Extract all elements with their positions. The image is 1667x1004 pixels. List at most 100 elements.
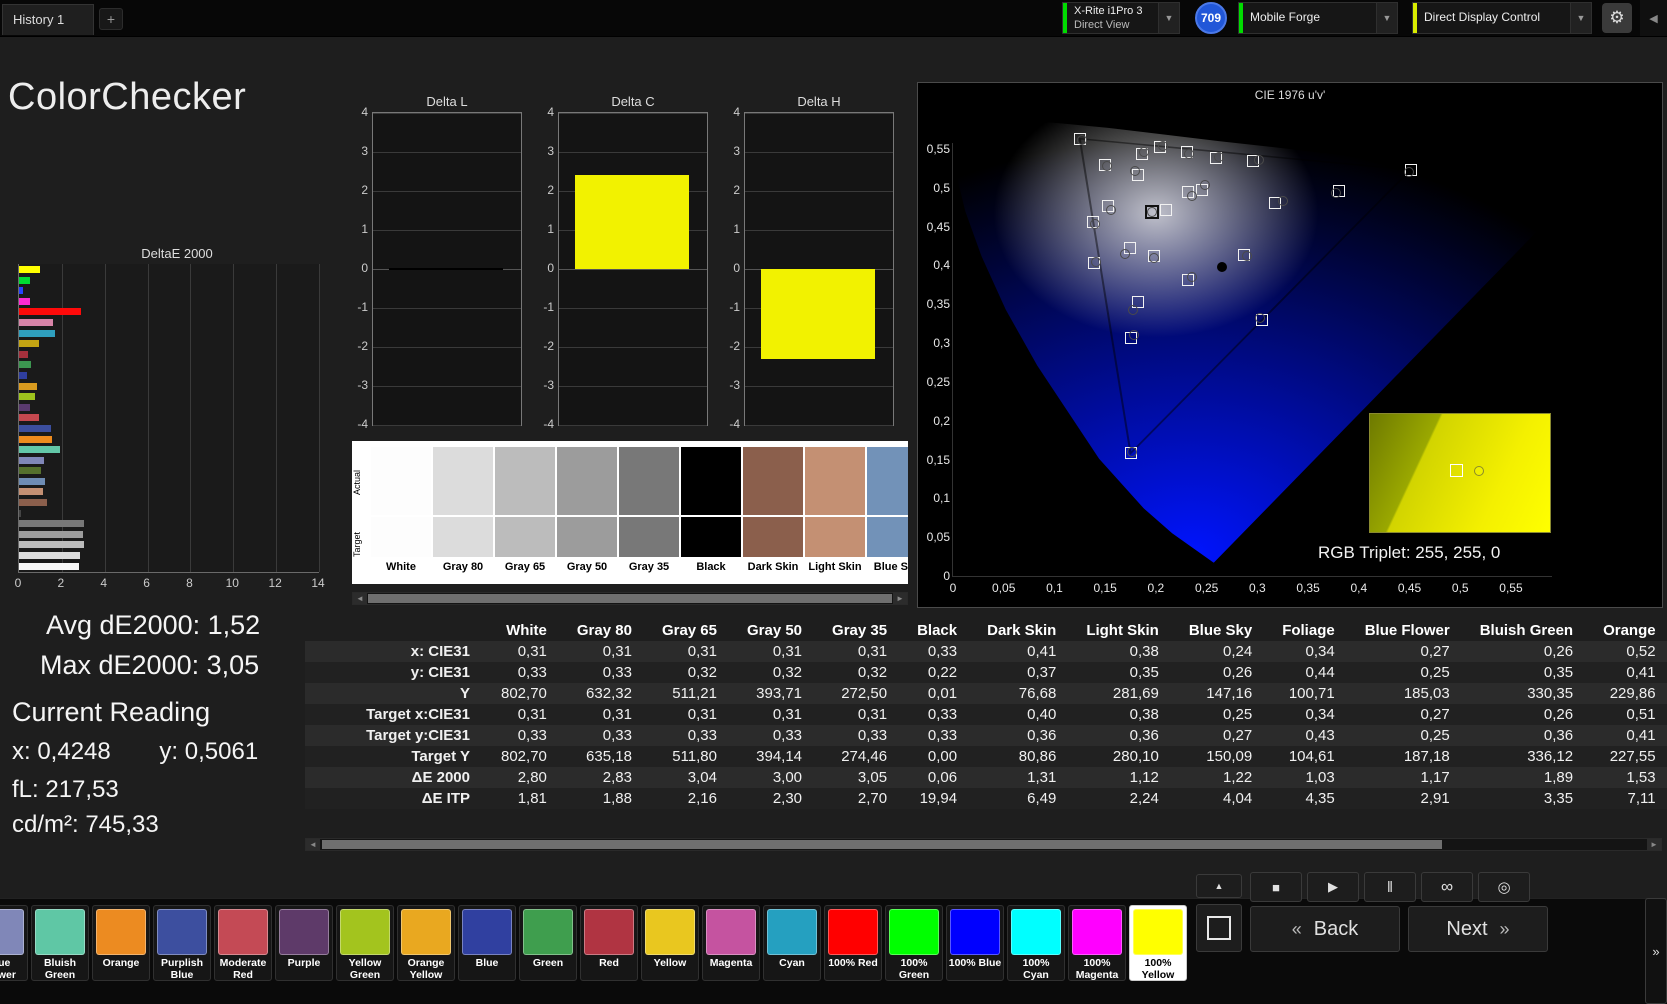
pause-button[interactable]: ‖ <box>1364 872 1416 902</box>
collapse-panel-button[interactable]: ◀ <box>1640 0 1667 36</box>
back-label: Back <box>1314 918 1358 941</box>
patch-button[interactable]: Magenta <box>702 905 760 981</box>
swatch-scrollbar[interactable]: ◄ ► <box>352 592 908 605</box>
scrollbar-thumb[interactable] <box>322 840 1442 849</box>
table-cell: 1,22 <box>1174 767 1267 788</box>
scroll-up-button[interactable]: ▲ <box>1196 874 1242 898</box>
swatch-label: White <box>371 557 431 573</box>
history-tab[interactable]: History 1 <box>2 4 94 35</box>
axis-tick-label: 2 <box>361 183 368 197</box>
chevron-down-icon[interactable]: ▼ <box>1158 3 1179 33</box>
patch-button[interactable]: Orange Yellow <box>397 905 455 981</box>
column-header: Orange <box>1588 620 1667 641</box>
play-button[interactable]: ▶ <box>1307 872 1359 902</box>
deltae-bar <box>19 351 28 358</box>
scroll-right-icon[interactable]: ► <box>1647 839 1661 850</box>
patch-button[interactable]: Blue <box>458 905 516 981</box>
patch-button[interactable]: Purple <box>275 905 333 981</box>
back-button[interactable]: « Back <box>1250 906 1400 952</box>
patch-color <box>584 909 634 955</box>
patch-button[interactable]: Orange <box>92 905 150 981</box>
cie-black-measurement <box>1217 262 1227 272</box>
colorspace-badge[interactable]: 709 <box>1195 2 1227 34</box>
scroll-left-icon[interactable]: ◄ <box>306 839 320 850</box>
patch-color <box>1133 909 1183 955</box>
patch-button[interactable]: Cyan <box>763 905 821 981</box>
gridline <box>559 152 707 153</box>
add-tab-button[interactable]: + <box>99 8 123 30</box>
deltae-bar <box>19 457 44 464</box>
display-control-label: Direct Display Control <box>1417 10 1570 26</box>
chevron-down-icon[interactable]: ▼ <box>1376 3 1397 33</box>
axis-tick-label: -2 <box>729 339 740 353</box>
axis-tick-label: 3 <box>547 144 554 158</box>
table-cell: 0,33 <box>647 725 732 746</box>
patch-button[interactable]: Yellow Green <box>336 905 394 981</box>
chevron-down-icon[interactable]: ▼ <box>1570 3 1591 33</box>
column-header: Gray 50 <box>732 620 817 641</box>
patch-button[interactable]: Blue Flower <box>0 905 28 981</box>
patch-button[interactable]: 100% Red <box>824 905 882 981</box>
settings-button[interactable]: ⚙ <box>1602 3 1632 33</box>
deltae-bar <box>19 414 39 421</box>
patch-button[interactable]: Yellow <box>641 905 699 981</box>
table-row: ΔE 20002,802,833,043,003,050,061,311,121… <box>305 767 1667 788</box>
table-cell: 3,00 <box>732 767 817 788</box>
meter-dropdown[interactable]: X-Rite i1Pro 3 Direct View ▼ <box>1062 2 1180 34</box>
patch-color <box>767 909 817 955</box>
pattern-window-button[interactable] <box>1196 904 1242 952</box>
table-scrollbar[interactable]: ◄ ► <box>305 838 1662 851</box>
edge-scroll-button[interactable]: » <box>1645 898 1667 1004</box>
axis-tick-label: 0 <box>922 569 950 583</box>
gridline <box>319 264 320 572</box>
table-cell: 0,33 <box>486 725 562 746</box>
table-cell: 1,53 <box>1588 767 1667 788</box>
patch-button[interactable]: 100% Yellow <box>1129 905 1187 981</box>
swatch-rail: Actual Target <box>352 441 371 584</box>
scrollbar-thumb[interactable] <box>368 594 892 603</box>
axis-tick-label: -3 <box>357 378 368 392</box>
patch-label: Orange <box>93 957 149 969</box>
swatch-target <box>371 517 431 557</box>
cie-measured-marker <box>1149 253 1159 263</box>
swatch-actual <box>867 447 908 515</box>
table-cell: 0,22 <box>902 662 972 683</box>
gridline <box>373 386 521 387</box>
patch-button[interactable]: Bluish Green <box>31 905 89 981</box>
patch-button[interactable]: Moderate Red <box>214 905 272 981</box>
scroll-right-icon[interactable]: ► <box>893 593 907 604</box>
patch-button[interactable]: Red <box>580 905 638 981</box>
next-button[interactable]: Next » <box>1408 906 1548 952</box>
loop-button[interactable]: ◎ <box>1478 872 1530 902</box>
table-cell: 2,70 <box>817 788 902 809</box>
patch-button[interactable]: 100% Green <box>885 905 943 981</box>
scroll-left-icon[interactable]: ◄ <box>353 593 367 604</box>
axis-tick-label: 10 <box>226 576 239 590</box>
gridline <box>745 386 893 387</box>
patch-button[interactable]: Green <box>519 905 577 981</box>
delta-c-bar <box>575 175 689 269</box>
gridline <box>373 230 521 231</box>
deltae-bar <box>19 425 51 432</box>
cie-target-marker <box>1160 204 1172 216</box>
deltae-bar <box>19 340 39 347</box>
gridline <box>559 269 707 270</box>
cie-measured-marker <box>1120 249 1130 259</box>
patch-button[interactable]: 100% Blue <box>946 905 1004 981</box>
deltae-bar <box>19 467 41 474</box>
source-dropdown[interactable]: Mobile Forge ▼ <box>1238 2 1398 34</box>
stop-button[interactable]: ■ <box>1250 872 1302 902</box>
table-cell: 4,35 <box>1267 788 1350 809</box>
axis-tick-label: 14 <box>311 576 324 590</box>
patch-button[interactable]: Purplish Blue <box>153 905 211 981</box>
table-cell: 511,21 <box>647 683 732 704</box>
patch-color <box>645 909 695 955</box>
table-cell: 0,27 <box>1174 725 1267 746</box>
gridline <box>373 347 521 348</box>
patch-label: 100% Green <box>886 957 942 981</box>
display-control-dropdown[interactable]: Direct Display Control ▼ <box>1412 2 1592 34</box>
table-cell: 0,24 <box>1174 641 1267 662</box>
continuous-read-button[interactable]: ∞ <box>1421 872 1473 902</box>
patch-button[interactable]: 100% Magenta <box>1068 905 1126 981</box>
patch-button[interactable]: 100% Cyan <box>1007 905 1065 981</box>
